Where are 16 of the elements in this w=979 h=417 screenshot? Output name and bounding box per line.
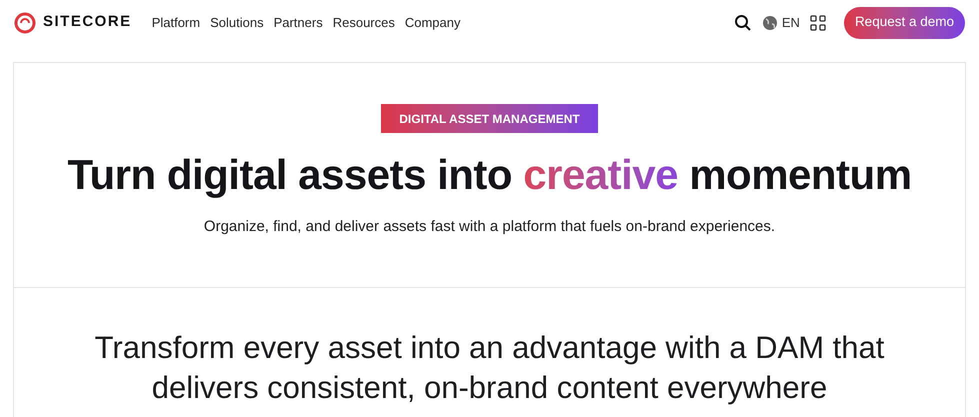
language-selector[interactable]: EN [762, 12, 800, 32]
nav-link[interactable]: Partners [274, 12, 323, 32]
category-tag: DIGITAL ASSET MANAGEMENT [381, 104, 598, 133]
nav-link[interactable]: Resources [332, 12, 395, 32]
grid-icon[interactable] [810, 14, 826, 30]
search-icon[interactable] [734, 14, 752, 32]
logo-icon [14, 12, 36, 34]
hero-headline: Turn digital assets into creative momentum [67, 150, 912, 200]
nav-link[interactable]: Company [404, 12, 460, 32]
hero-subtitle: Organize, find, and deliver assets fast with a platform that fuels on-brand experiences. [204, 217, 776, 237]
globe-icon [762, 14, 778, 30]
request-demo-button[interactable]: Request a demo [844, 6, 965, 38]
section-heading: Transform every asset into an advantage with a DAM that delivers consistent, on-brand content everywhere [94, 329, 886, 407]
nav-link[interactable]: Platform [152, 12, 200, 32]
nav-link[interactable]: Solutions [210, 12, 264, 32]
logo-text: SITECORE [43, 12, 132, 32]
